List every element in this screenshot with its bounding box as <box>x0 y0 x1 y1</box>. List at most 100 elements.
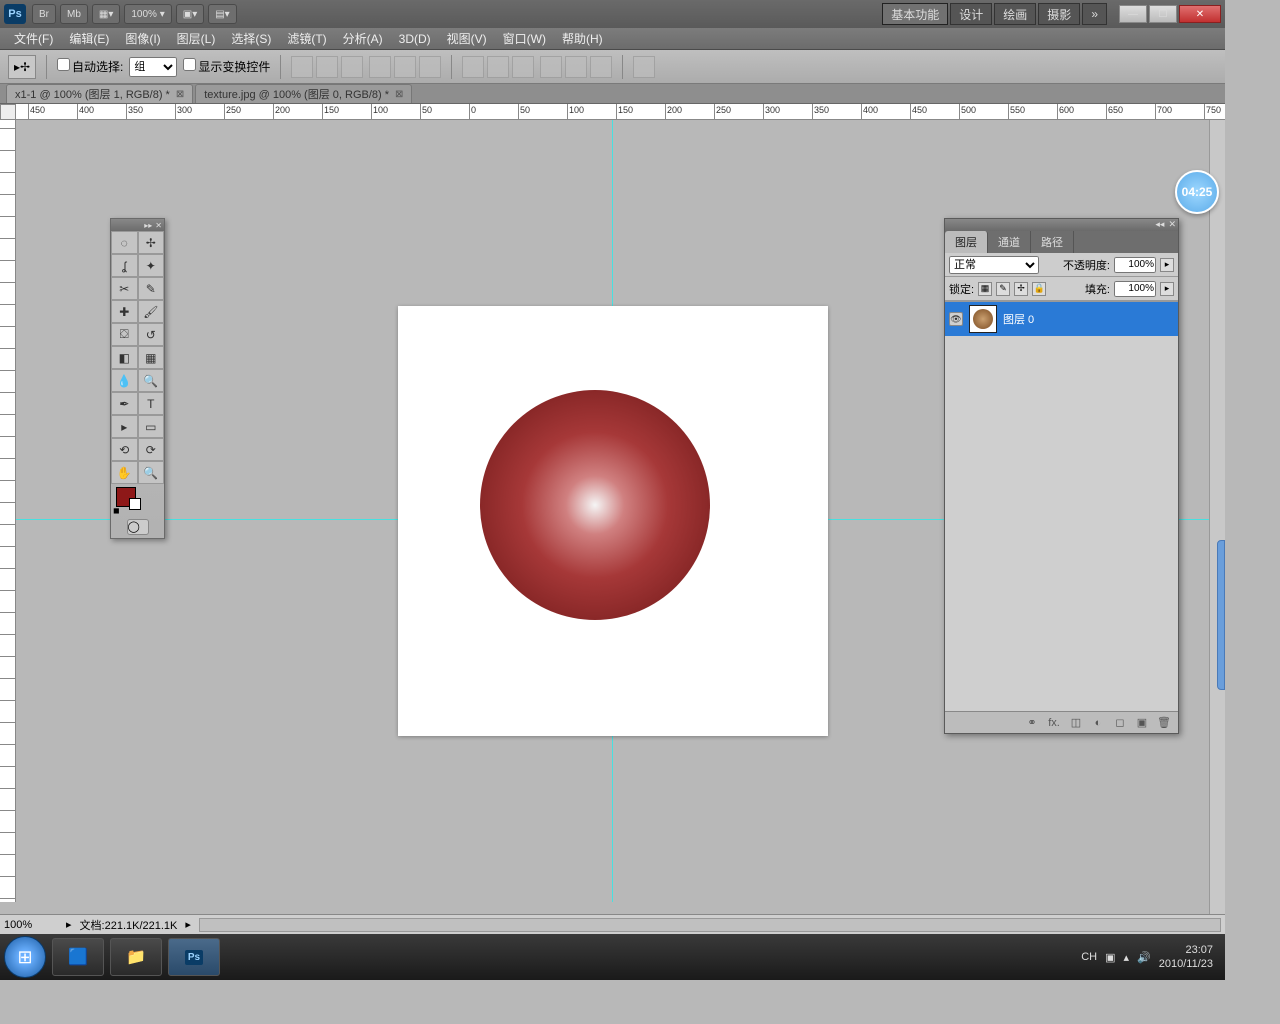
tray-icon[interactable]: ▣ <box>1105 951 1115 964</box>
bridge-button[interactable]: Br <box>32 4 56 24</box>
tray-clock[interactable]: 23:07 2010/11/23 <box>1159 943 1213 971</box>
horizontal-ruler[interactable]: 4504003503002502001501005005010015020025… <box>16 104 1225 120</box>
eyedropper-tool[interactable]: ✎ <box>138 277 165 300</box>
layer-mask-icon[interactable]: ◫ <box>1068 716 1084 729</box>
panel-tab-layers[interactable]: 图层 <box>945 231 988 253</box>
dodge-tool[interactable]: 🔍 <box>138 369 165 392</box>
dist-bottom-icon[interactable] <box>512 56 534 78</box>
zoom-level-button[interactable]: 100% ▾ <box>124 4 171 24</box>
color-swatches[interactable]: ◼ <box>111 484 164 516</box>
status-zoom[interactable]: 100% <box>4 919 58 931</box>
3d-camera-tool[interactable]: ⟳ <box>138 438 165 461</box>
fill-flyout-icon[interactable]: ▸ <box>1160 282 1174 296</box>
dist-hcenter-icon[interactable] <box>565 56 587 78</box>
blur-tool[interactable]: 💧 <box>111 369 138 392</box>
blend-mode-select[interactable]: 正常 <box>949 256 1039 274</box>
auto-align-icon[interactable] <box>633 56 655 78</box>
layer-list[interactable]: 👁 图层 0 <box>945 301 1178 711</box>
visibility-icon[interactable]: 👁 <box>949 312 963 326</box>
minimize-button[interactable]: — <box>1119 5 1147 23</box>
taskbar-explorer[interactable]: 📁 <box>110 938 162 976</box>
workspace-painting[interactable]: 绘画 <box>994 3 1036 25</box>
eraser-tool[interactable]: ◧ <box>111 346 138 369</box>
sidebar-pull-handle[interactable] <box>1217 540 1225 690</box>
new-layer-icon[interactable]: ▣ <box>1134 716 1150 729</box>
layer-name[interactable]: 图层 0 <box>1003 311 1034 327</box>
dist-top-icon[interactable] <box>462 56 484 78</box>
workspace-more[interactable]: » <box>1082 3 1107 25</box>
menu-view[interactable]: 视图(V) <box>439 30 495 47</box>
panel-tab-channels[interactable]: 通道 <box>988 231 1031 253</box>
layers-panel[interactable]: ◂◂✕ 图层 通道 路径 正常 不透明度: ▸ 锁定: ▦ ✎ ✢ 🔒 填充: … <box>944 218 1179 734</box>
ruler-origin[interactable] <box>0 104 16 120</box>
align-bottom-icon[interactable] <box>341 56 363 78</box>
layer-row[interactable]: 👁 图层 0 <box>945 302 1178 336</box>
shape-tool[interactable]: ▭ <box>138 415 165 438</box>
adjustment-layer-icon[interactable]: ◐ <box>1090 717 1106 729</box>
collapse-icon[interactable]: ◂◂ <box>1155 219 1164 231</box>
gradient-tool[interactable]: ▦ <box>138 346 165 369</box>
opacity-flyout-icon[interactable]: ▸ <box>1160 258 1174 272</box>
hand-tool[interactable]: ✋ <box>111 461 138 484</box>
menu-3d[interactable]: 3D(D) <box>391 32 439 46</box>
dist-right-icon[interactable] <box>590 56 612 78</box>
background-color[interactable] <box>129 498 141 510</box>
layer-group-icon[interactable]: ◻ <box>1112 716 1128 729</box>
layer-thumbnail[interactable] <box>969 305 997 333</box>
extras-button[interactable]: ▤▾ <box>208 4 236 24</box>
align-left-icon[interactable] <box>369 56 391 78</box>
minibridge-button[interactable]: Mb <box>60 4 88 24</box>
quickmask-button[interactable]: ◯ <box>127 519 149 535</box>
workspace-photography[interactable]: 摄影 <box>1038 3 1080 25</box>
start-button[interactable]: ⊞ <box>4 936 46 978</box>
menu-window[interactable]: 窗口(W) <box>495 30 554 47</box>
workspace-design[interactable]: 设计 <box>950 3 992 25</box>
lock-all-icon[interactable]: 🔒 <box>1032 282 1046 296</box>
brush-tool[interactable]: 🖌 <box>138 300 165 323</box>
move-tool[interactable]: ✢ <box>138 231 165 254</box>
panel-tab-paths[interactable]: 路径 <box>1031 231 1074 253</box>
chevron-icon[interactable]: ▸ <box>66 918 72 931</box>
lock-position-icon[interactable]: ✢ <box>1014 282 1028 296</box>
collapse-icon[interactable]: ▸▸ <box>144 221 152 230</box>
stamp-tool[interactable]: ⛋ <box>111 323 138 346</box>
vertical-ruler[interactable] <box>0 120 16 902</box>
screen-mode-button[interactable]: ▣▾ <box>176 4 204 24</box>
heal-tool[interactable]: ✚ <box>111 300 138 323</box>
align-top-icon[interactable] <box>291 56 313 78</box>
ps-logo-icon[interactable]: Ps <box>4 4 26 24</box>
align-right-icon[interactable] <box>419 56 441 78</box>
menu-edit[interactable]: 编辑(E) <box>61 30 117 47</box>
wand-tool[interactable]: ✦ <box>138 254 165 277</box>
taskbar-photoshop[interactable]: Ps <box>168 938 220 976</box>
tray-ime[interactable]: CH <box>1081 951 1097 963</box>
zoom-tool[interactable]: 🔍 <box>138 461 165 484</box>
menu-analysis[interactable]: 分析(A) <box>335 30 391 47</box>
close-icon[interactable]: ✕ <box>155 221 162 230</box>
tools-panel[interactable]: ▸▸✕ ◌✢ ʆ✦ ✂✎ ✚🖌 ⛋↺ ◧▦ 💧🔍 ✒T ▸▭ ⟲⟳ ✋🔍 ◼ ◯ <box>110 218 165 539</box>
chevron-icon[interactable]: ▸ <box>185 918 191 931</box>
opacity-input[interactable] <box>1114 257 1156 273</box>
workspace-essentials[interactable]: 基本功能 <box>882 3 948 25</box>
marquee-tool[interactable]: ◌ <box>111 231 138 254</box>
lasso-tool[interactable]: ʆ <box>111 254 138 277</box>
pen-tool[interactable]: ✒ <box>111 392 138 415</box>
auto-select-checkbox[interactable]: 自动选择: <box>57 58 123 75</box>
menu-select[interactable]: 选择(S) <box>223 30 279 47</box>
close-icon[interactable]: ⊠ <box>176 89 184 100</box>
menu-filter[interactable]: 滤镜(T) <box>279 30 334 47</box>
history-brush-tool[interactable]: ↺ <box>138 323 165 346</box>
default-colors-icon[interactable]: ◼ <box>113 506 120 515</box>
status-doc-size[interactable]: 文档:221.1K/221.1K <box>80 917 178 933</box>
align-hcenter-icon[interactable] <box>394 56 416 78</box>
auto-select-target[interactable]: 组 <box>129 57 177 77</box>
taskbar-pinned-1[interactable]: 🟦 <box>52 938 104 976</box>
align-vcenter-icon[interactable] <box>316 56 338 78</box>
dist-left-icon[interactable] <box>540 56 562 78</box>
3d-tool[interactable]: ⟲ <box>111 438 138 461</box>
menu-image[interactable]: 图像(I) <box>117 30 168 47</box>
menu-layer[interactable]: 图层(L) <box>169 30 224 47</box>
type-tool[interactable]: T <box>138 392 165 415</box>
document-canvas[interactable] <box>398 306 828 736</box>
close-icon[interactable]: ✕ <box>1168 219 1176 231</box>
